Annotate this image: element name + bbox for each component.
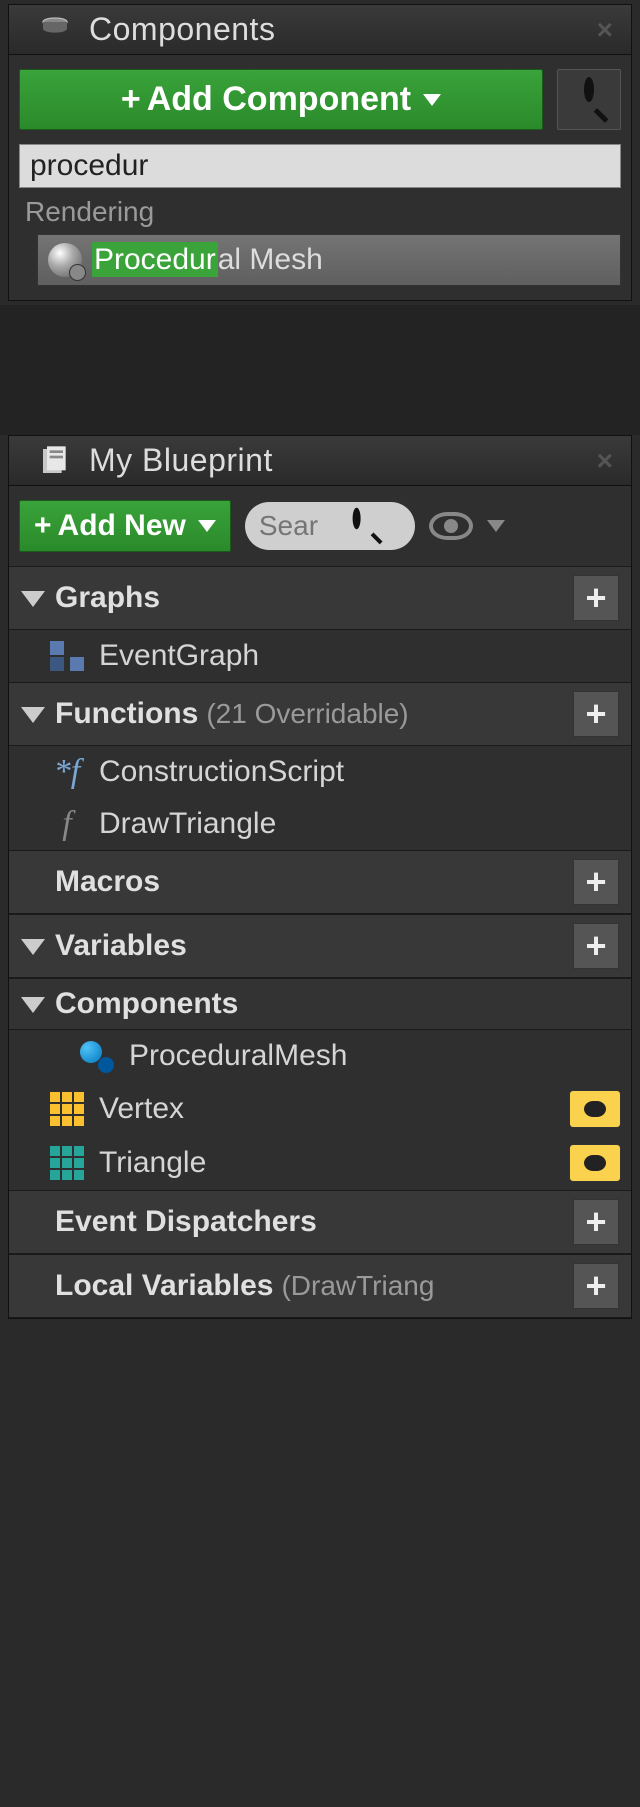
item-eventgraph[interactable]: EventGraph (9, 630, 631, 682)
add-variable-button[interactable]: + (573, 923, 619, 969)
item-proceduralmesh[interactable]: ProceduralMesh (9, 1030, 631, 1082)
expand-icon (21, 591, 45, 607)
category-event-dispatchers[interactable]: Event Dispatchers + (9, 1190, 631, 1254)
category-local-variables[interactable]: Local Variables (DrawTriang + (9, 1254, 631, 1318)
plus-icon: + (121, 80, 141, 119)
view-options-button[interactable] (429, 512, 505, 540)
blueprint-toolbar: + Add New (9, 486, 631, 566)
plus-icon: + (34, 509, 52, 543)
item-triangle[interactable]: Triangle (9, 1136, 631, 1190)
add-component-label: Add Component (147, 80, 411, 119)
category-variables[interactable]: Variables + (9, 914, 631, 978)
add-new-button[interactable]: + Add New (19, 500, 231, 552)
add-new-label: Add New (58, 509, 186, 543)
add-local-var-button[interactable]: + (573, 1263, 619, 1309)
visibility-toggle[interactable] (569, 1144, 621, 1182)
blueprint-search[interactable] (245, 502, 415, 550)
dropdown-result-label: Procedural Mesh (92, 243, 323, 277)
blueprint-icon (39, 445, 71, 477)
mesh-icon (48, 243, 82, 277)
eye-icon (584, 1155, 606, 1171)
component-icon (79, 1038, 115, 1074)
eye-icon (584, 1101, 606, 1117)
close-icon[interactable]: × (597, 14, 613, 46)
category-macros[interactable]: Macros + (9, 850, 631, 914)
spacer (0, 305, 640, 435)
array-icon (49, 1145, 85, 1181)
array-icon (49, 1091, 85, 1127)
add-component-button[interactable]: + Add Component (19, 69, 543, 130)
chevron-down-icon (487, 520, 505, 532)
my-blueprint-panel: My Blueprint × + Add New Graphs + EventG… (8, 435, 632, 1319)
add-function-button[interactable]: + (573, 691, 619, 737)
dropdown-category-label: Rendering (19, 188, 621, 234)
expand-icon (21, 707, 45, 723)
my-blueprint-tab-title: My Blueprint (89, 442, 273, 479)
components-body: + Add Component Rendering Procedural Mes… (9, 55, 631, 300)
my-blueprint-tab[interactable]: My Blueprint × (9, 436, 631, 486)
item-drawtriangle[interactable]: f DrawTriangle (9, 798, 631, 850)
components-panel: Components × + Add Component Rendering P… (8, 4, 632, 301)
blueprint-tree: Graphs + EventGraph Functions (21 Overri… (9, 566, 631, 1318)
chevron-down-icon (198, 520, 216, 532)
item-constructionscript[interactable]: *f ConstructionScript (9, 746, 631, 798)
chevron-down-icon (423, 94, 441, 106)
expand-icon (21, 997, 45, 1013)
category-graphs[interactable]: Graphs + (9, 566, 631, 630)
component-filter-input[interactable] (19, 144, 621, 188)
components-tab-title: Components (89, 11, 275, 48)
category-components-var[interactable]: Components (9, 978, 631, 1030)
category-functions[interactable]: Functions (21 Overridable) + (9, 682, 631, 746)
search-icon (352, 512, 381, 541)
expand-icon (21, 939, 45, 955)
dropdown-result-procedural-mesh[interactable]: Procedural Mesh (37, 234, 621, 286)
blueprint-search-input[interactable] (259, 510, 349, 542)
close-icon[interactable]: × (597, 445, 613, 477)
components-icon (39, 14, 71, 46)
function-icon: f (49, 806, 85, 842)
components-tab[interactable]: Components × (9, 5, 631, 55)
graph-icon (49, 638, 85, 674)
eye-icon (429, 512, 473, 540)
search-button[interactable] (557, 69, 621, 130)
function-icon: *f (49, 754, 85, 790)
add-macro-button[interactable]: + (573, 859, 619, 905)
add-graph-button[interactable]: + (573, 575, 619, 621)
visibility-toggle[interactable] (569, 1090, 621, 1128)
item-vertex[interactable]: Vertex (9, 1082, 631, 1136)
search-icon (571, 82, 607, 118)
add-dispatcher-button[interactable]: + (573, 1199, 619, 1245)
